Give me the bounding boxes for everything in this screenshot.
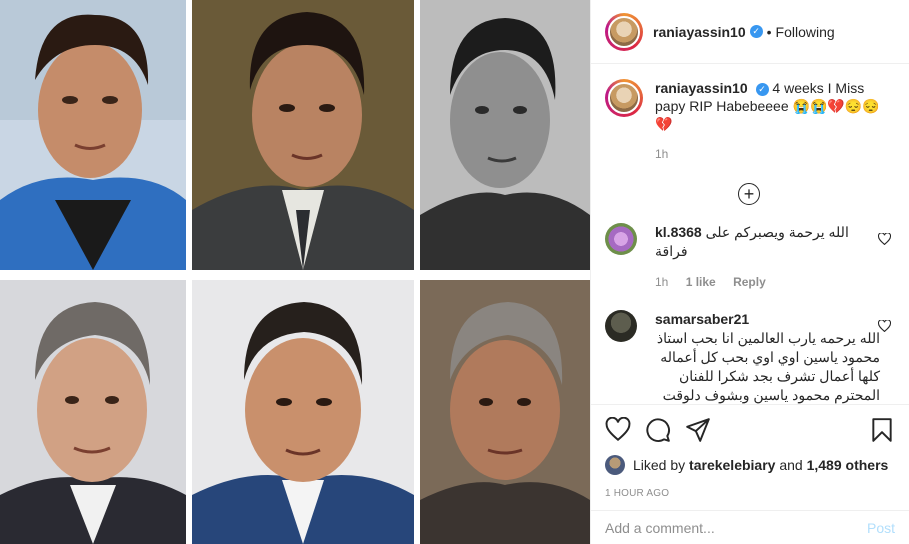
portrait-photo-6 [420,280,590,544]
likes-count[interactable]: 1,489 others [807,457,889,473]
caption: raniayassin10 ✓ 4 weeks I Miss papy RIP … [605,79,893,163]
comment-like-icon[interactable] [878,233,891,245]
likes-summary: Liked by tarekelebiary and 1,489 others [605,455,895,475]
comment-like-count[interactable]: 1 like [686,275,716,289]
liker-username[interactable]: tarekelebiary [689,457,775,473]
author-username[interactable]: raniayassin10 [653,24,746,40]
reply-button[interactable]: Reply [733,275,766,289]
commenter-avatar[interactable] [605,310,637,342]
comment-username[interactable]: samarsaber21 [655,311,749,327]
caption-username[interactable]: raniayassin10 [655,80,748,96]
comment-username[interactable]: kl.8368 [655,224,702,240]
verified-icon: ✓ [755,82,769,96]
comment-text: الله يرحمه يارب العالمين انا بحب استاذ م… [656,330,880,403]
heart-icon[interactable] [605,416,631,443]
comment-item: samarsaber21 الله يرحمه يارب العالمين ان… [605,310,893,404]
caption-age: 1h [655,147,669,161]
separator-dot: • [766,23,772,40]
comment-input[interactable] [605,519,867,536]
portrait-photo-1 [0,0,186,270]
likes-prefix: Liked by [633,457,686,473]
verified-icon: ✓ [749,25,763,38]
portrait-photo-5 [192,280,414,544]
liker-avatar[interactable] [605,455,625,475]
share-icon[interactable] [685,417,711,443]
author-avatar[interactable] [605,12,643,51]
commenter-avatar[interactable] [605,223,637,255]
likes-conj: and [779,457,803,473]
post-side-panel: raniayassin10 ✓ • Following raniayassin1… [590,0,909,544]
comments-list[interactable]: raniayassin10 ✓ 4 weeks I Miss papy RIP … [591,65,909,404]
post-timestamp[interactable]: 1 HOUR AGO [605,488,895,499]
bookmark-icon[interactable] [869,417,895,443]
comment-item: kl.8368 الله يرحمة ويصبركم على فراقة 1h … [605,223,893,292]
comment-age: 1h [655,275,669,289]
comment-form: Post [591,510,909,544]
portrait-photo-4 [0,280,186,544]
caption-author-avatar[interactable] [605,79,643,117]
add-icon[interactable]: + [738,183,760,205]
portrait-photo-3 [420,0,590,270]
portrait-photo-2 [192,0,414,270]
comment-like-icon[interactable] [878,320,891,332]
post-comment-button[interactable]: Post [867,520,895,536]
comment-icon[interactable] [645,417,671,443]
post-image-collage[interactable] [0,0,590,544]
following-button[interactable]: Following [776,24,835,40]
post-header: raniayassin10 ✓ • Following [591,0,909,64]
